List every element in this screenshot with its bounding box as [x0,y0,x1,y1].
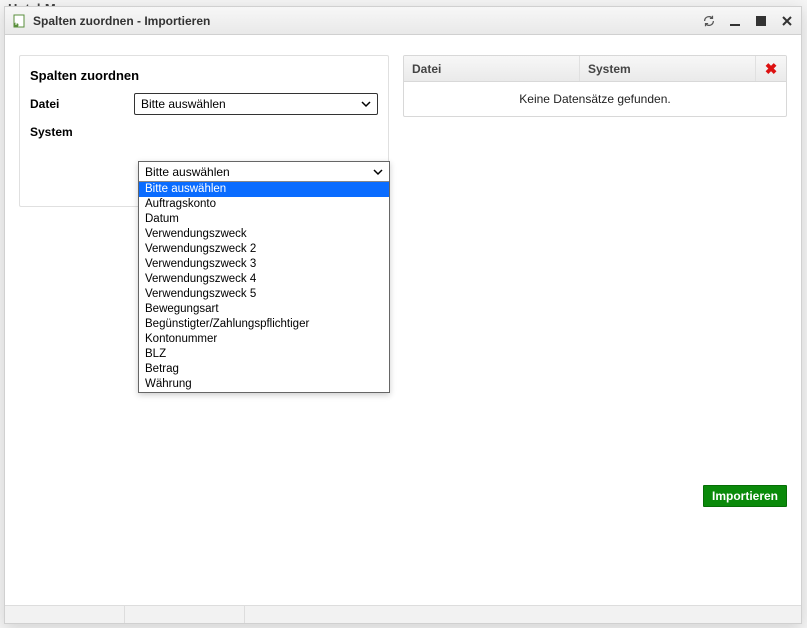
select-system-dropdown: Bitte auswählen Bitte auswählenAuftragsk… [138,161,390,393]
chevron-down-icon [373,167,383,177]
statusbar [5,605,801,623]
refresh-icon[interactable] [701,13,717,29]
th-delete-icon[interactable]: ✖ [756,56,786,81]
dropdown-option[interactable]: Währung [139,377,389,392]
maximize-icon[interactable] [753,13,769,29]
mapping-table-panel: Datei System ✖ Keine Datensätze gefunden… [403,55,787,591]
dropdown-option[interactable]: Verwendungszweck 5 [139,287,389,302]
dropdown-list: Bitte auswählenAuftragskontoDatumVerwend… [139,182,389,392]
th-datei[interactable]: Datei [404,56,580,81]
dropdown-option[interactable]: Auftragskonto [139,197,389,212]
row-system: System [30,121,378,143]
close-icon[interactable] [779,13,795,29]
table-empty-message: Keine Datensätze gefunden. [404,82,786,116]
select-datei[interactable]: Bitte auswählen [134,93,378,115]
label-system: System [30,125,134,139]
row-datei: Datei Bitte auswählen [30,93,378,115]
label-datei: Datei [30,97,134,111]
dropdown-option[interactable]: Bitte auswählen [139,182,389,197]
dropdown-option[interactable]: Bewegungsart [139,302,389,317]
select-system-header[interactable]: Bitte auswählen [139,162,389,182]
dropdown-option[interactable]: Verwendungszweck 3 [139,257,389,272]
minimize-icon[interactable] [727,13,743,29]
statusbar-cell [5,606,125,623]
app-icon [11,13,27,29]
select-datei-value: Bitte auswählen [141,97,226,111]
titlebar: Spalten zuordnen - Importieren [5,7,801,35]
dropdown-option[interactable]: Betrag [139,362,389,377]
dialog-title: Spalten zuordnen - Importieren [33,14,701,28]
chevron-down-icon [361,99,371,109]
table-header: Datei System ✖ [404,56,786,82]
dropdown-option[interactable]: BLZ [139,347,389,362]
dropdown-option[interactable]: Kontonummer [139,332,389,347]
th-system[interactable]: System [580,56,756,81]
panel-heading: Spalten zuordnen [30,68,378,83]
dialog-window: Spalten zuordnen - Importieren Spalten z… [4,6,802,624]
import-button[interactable]: Importieren [703,485,787,507]
select-system-header-text: Bitte auswählen [145,165,230,179]
dropdown-option[interactable]: Verwendungszweck 2 [139,242,389,257]
statusbar-cell [125,606,245,623]
mapping-table: Datei System ✖ Keine Datensätze gefunden… [403,55,787,117]
dropdown-option[interactable]: Datum [139,212,389,227]
dropdown-option[interactable]: Verwendungszweck 4 [139,272,389,287]
dropdown-option[interactable]: Verwendungszweck [139,227,389,242]
dropdown-option[interactable]: Begünstigter/Zahlungspflichtiger [139,317,389,332]
